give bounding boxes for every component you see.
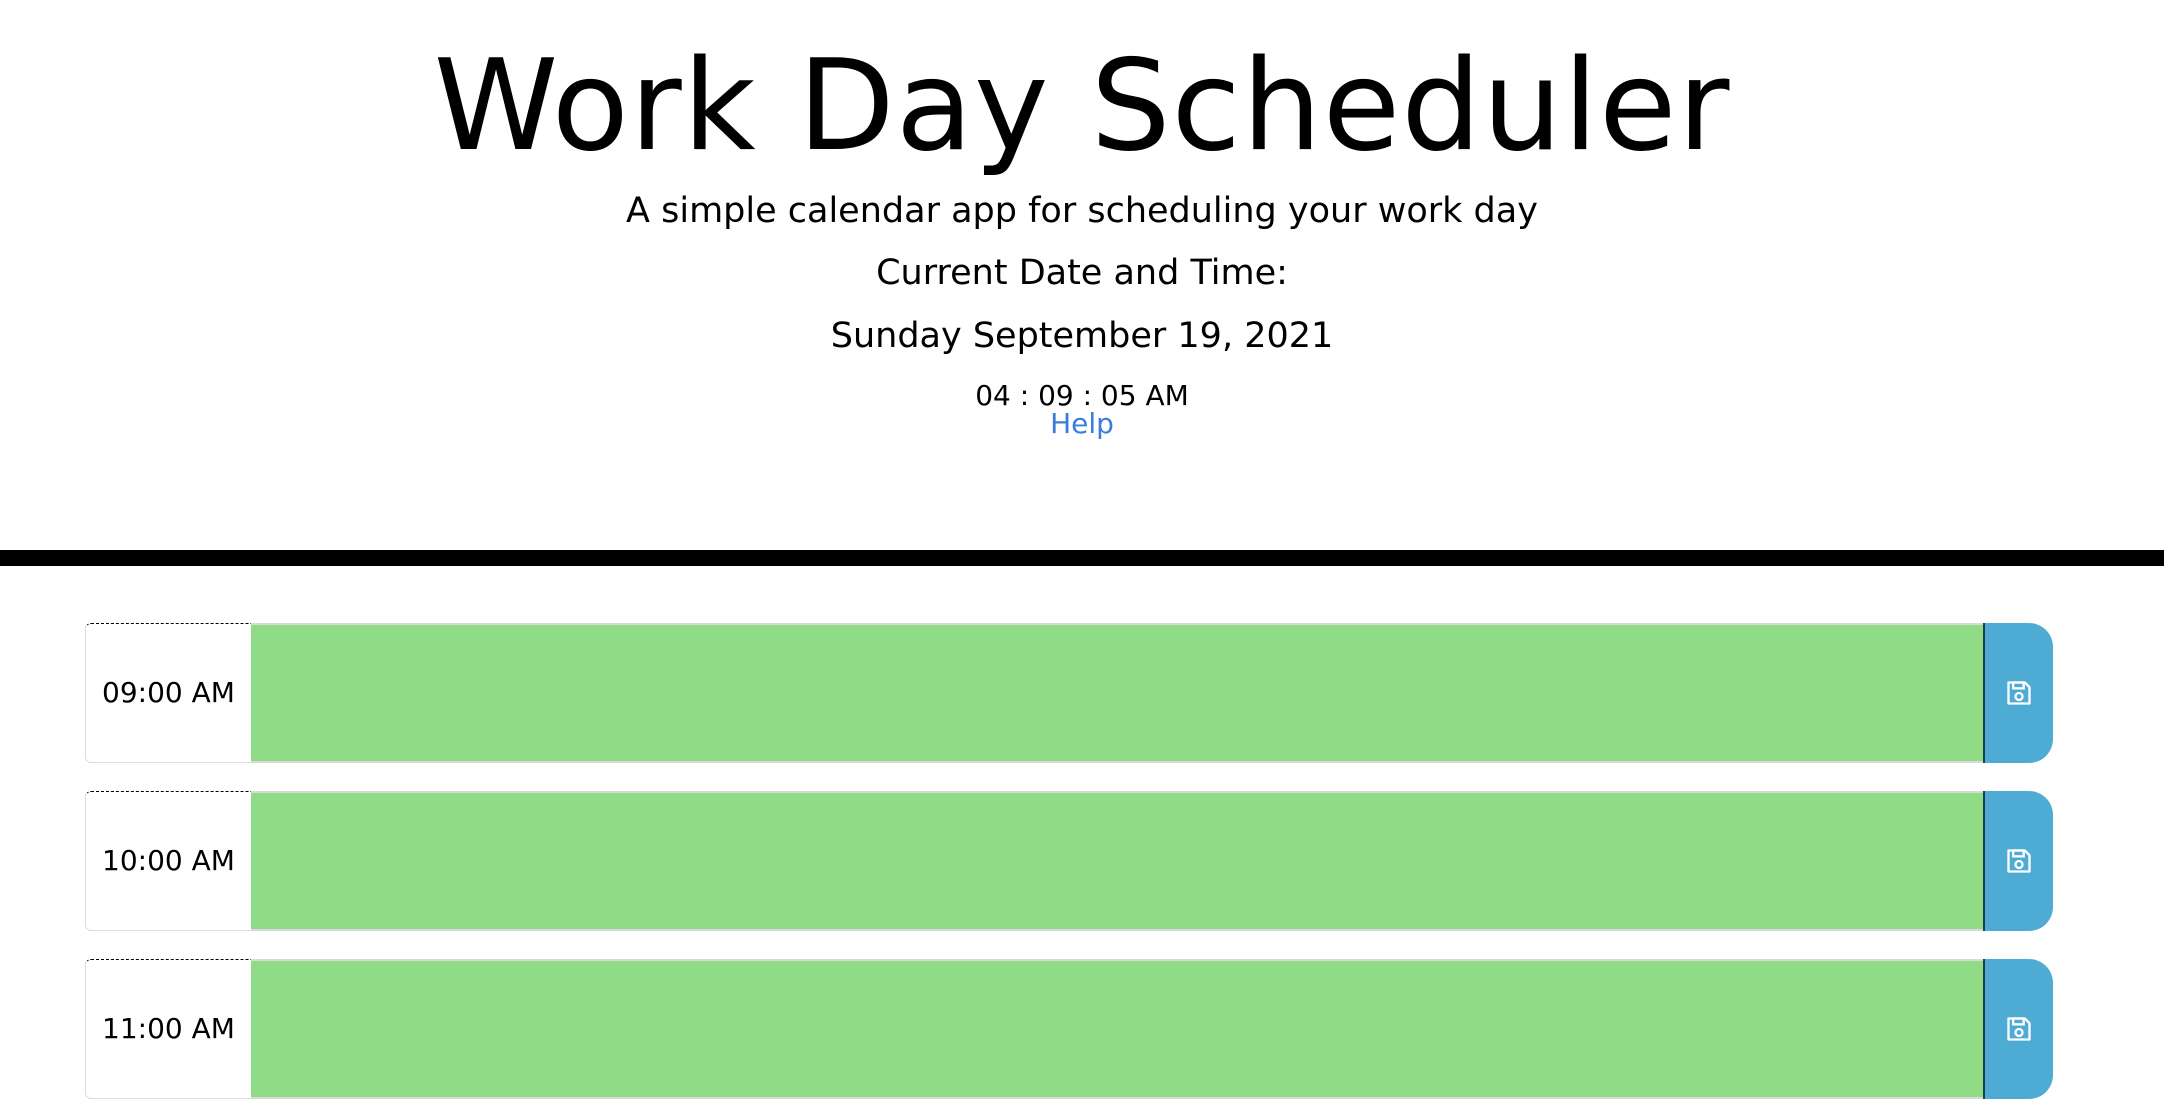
page-subtitle: A simple calendar app for scheduling you…	[626, 191, 1538, 231]
floppy-disk-icon	[2007, 849, 2031, 873]
help-link[interactable]: Help	[1032, 405, 1132, 443]
event-description-input[interactable]	[251, 959, 1983, 1099]
header-divider	[0, 550, 2164, 566]
page-title: Work Day Scheduler	[433, 32, 1731, 179]
floppy-disk-icon	[2007, 681, 2031, 705]
hour-label: 10:00 AM	[85, 791, 252, 931]
date-time-label: Current Date and Time:	[876, 253, 1288, 293]
time-block: 10:00 AM	[85, 791, 2053, 931]
save-button[interactable]	[1983, 623, 2053, 763]
current-date: Sunday September 19, 2021	[830, 316, 1334, 356]
header: Work Day Scheduler A simple calendar app…	[0, 0, 2164, 550]
floppy-disk-icon	[2007, 1017, 2031, 1041]
event-description-input[interactable]	[251, 791, 1983, 931]
event-description-input[interactable]	[251, 623, 1983, 763]
time-block: 09:00 AM	[85, 623, 2053, 763]
time-block: 11:00 AM	[85, 959, 2053, 1099]
page: Work Day Scheduler A simple calendar app…	[0, 0, 2164, 1114]
save-button[interactable]	[1983, 791, 2053, 931]
hour-label: 11:00 AM	[85, 959, 252, 1099]
save-button[interactable]	[1983, 959, 2053, 1099]
hour-label: 09:00 AM	[85, 623, 252, 763]
